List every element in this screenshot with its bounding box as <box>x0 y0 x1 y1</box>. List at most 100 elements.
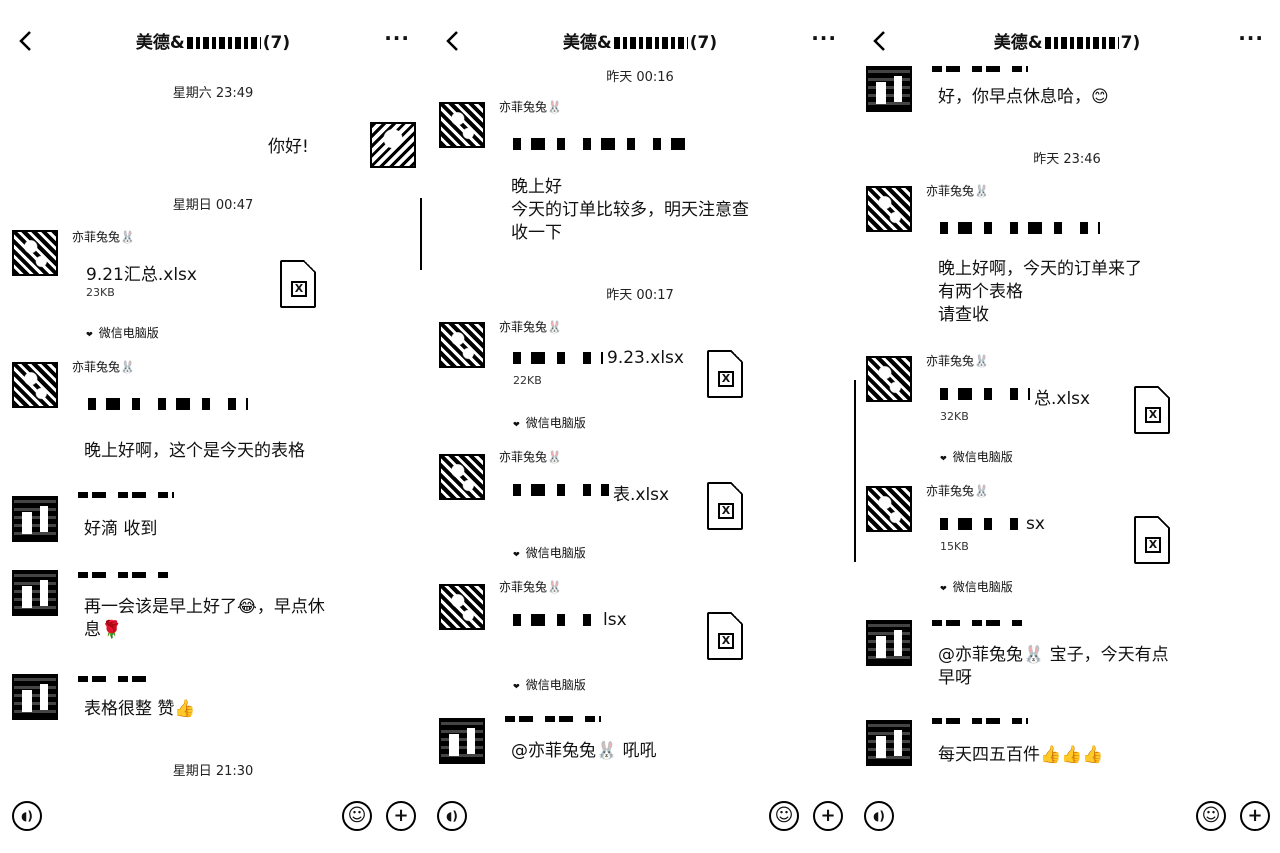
message-text[interactable]: 晚上好啊，今天的订单来了 有两个表格 请查收 <box>938 258 1142 327</box>
redacted-name <box>932 718 1028 724</box>
chat-title: 美德& (7) <box>135 33 291 53</box>
message-text[interactable]: 每天四五百件👍👍👍 <box>938 744 1104 767</box>
redacted-text <box>513 614 595 626</box>
avatar[interactable] <box>866 720 912 766</box>
file-name[interactable]: lsx <box>603 610 627 630</box>
timestamp: 星期日 21:30 <box>172 764 254 779</box>
redacted-text <box>940 388 1030 400</box>
sender-name: 亦菲兔兔🐰 <box>499 100 562 114</box>
redacted-name <box>78 492 174 498</box>
redacted-text <box>88 398 248 410</box>
sender-name: 亦菲兔兔🐰 <box>499 320 562 334</box>
chat-header: 美德& (7) ··· <box>427 22 853 62</box>
avatar[interactable] <box>439 102 485 148</box>
voice-icon[interactable]: ◖) <box>864 801 894 831</box>
excel-file-icon[interactable]: X <box>707 350 743 398</box>
input-bar: ◖) ☺ + <box>854 793 1280 853</box>
more-options-icon[interactable]: ··· <box>384 26 410 50</box>
message-text[interactable]: 表格很整 赞👍 <box>84 698 196 721</box>
message-text[interactable]: 你好! <box>268 132 309 157</box>
avatar[interactable] <box>866 66 912 112</box>
sender-name: 亦菲兔兔🐰 <box>926 354 989 368</box>
plus-icon[interactable]: + <box>386 801 416 831</box>
avatar[interactable] <box>12 570 58 616</box>
timestamp: 星期日 00:47 <box>172 198 254 213</box>
message-text[interactable]: 再一会该是早上好了😂，早点休 息🌹 <box>84 596 325 642</box>
file-size: 23KB <box>86 286 115 299</box>
redacted-text <box>513 352 603 364</box>
file-name[interactable]: 总.xlsx <box>1034 384 1090 409</box>
avatar[interactable] <box>12 230 58 276</box>
source-label: 微信电脑版 <box>940 448 1013 465</box>
sender-name: 亦菲兔兔🐰 <box>72 230 135 244</box>
source-label: 微信电脑版 <box>86 324 159 341</box>
redacted-text <box>513 484 609 496</box>
message-text[interactable]: @亦菲兔兔🐰 吼吼 <box>511 740 657 763</box>
scrollbar[interactable] <box>854 380 856 562</box>
file-name[interactable]: 表.xlsx <box>613 480 669 505</box>
avatar[interactable] <box>439 718 485 764</box>
message-text[interactable]: 晚上好啊，这个是今天的表格 <box>84 440 305 463</box>
avatar[interactable] <box>12 496 58 542</box>
avatar[interactable] <box>866 186 912 232</box>
emoji-icon[interactable]: ☺ <box>1196 801 1226 831</box>
avatar[interactable] <box>439 584 485 630</box>
timestamp: 昨天 00:16 <box>606 70 674 85</box>
emoji-icon[interactable]: ☺ <box>769 801 799 831</box>
chat-title: 美德& (7) <box>562 33 718 53</box>
voice-icon[interactable]: ◖) <box>12 801 42 831</box>
avatar[interactable] <box>439 454 485 500</box>
plus-icon[interactable]: + <box>1240 801 1270 831</box>
file-name[interactable]: 9.23.xlsx <box>607 348 684 368</box>
redacted-name <box>505 716 601 722</box>
file-size: 32KB <box>940 410 969 423</box>
source-label: 微信电脑版 <box>513 414 586 431</box>
excel-file-icon[interactable]: X <box>707 612 743 660</box>
avatar[interactable] <box>866 486 912 532</box>
timestamp: 昨天 00:17 <box>606 288 674 303</box>
avatar[interactable] <box>439 322 485 368</box>
sender-name: 亦菲兔兔🐰 <box>499 580 562 594</box>
redacted-text <box>940 518 1022 530</box>
redacted-text <box>940 222 1100 234</box>
avatar[interactable] <box>866 356 912 402</box>
plus-icon[interactable]: + <box>813 801 843 831</box>
redacted-name <box>78 676 158 682</box>
redacted-name <box>78 572 168 578</box>
excel-file-icon[interactable]: X <box>1134 516 1170 564</box>
excel-file-icon[interactable]: X <box>707 482 743 530</box>
chat-panel-2: 美德& (7) ··· 昨天 00:16 亦菲兔兔🐰 晚上好 今天的订单比较多，明天… <box>427 0 853 853</box>
file-name[interactable]: sx <box>1026 514 1045 534</box>
message-text[interactable]: @亦菲兔兔🐰 宝子，今天有点 早呀 <box>938 644 1169 690</box>
avatar[interactable] <box>12 674 58 720</box>
chat-header: 美德& 7) ··· <box>854 22 1280 62</box>
source-label: 微信电脑版 <box>940 578 1013 595</box>
redacted-name <box>932 66 1028 72</box>
excel-file-icon[interactable]: X <box>280 260 316 308</box>
scrollbar[interactable] <box>420 198 422 270</box>
sender-name: 亦菲兔兔🐰 <box>926 184 989 198</box>
sender-name: 亦菲兔兔🐰 <box>72 360 135 374</box>
chat-panel-1: 美德& (7) ··· 星期六 23:49 你好! 星期日 00:47 亦菲兔兔🐰… <box>0 0 426 853</box>
file-name[interactable]: 9.21汇总.xlsx <box>86 260 197 285</box>
file-size: 15KB <box>940 540 969 553</box>
sender-name: 亦菲兔兔🐰 <box>499 450 562 464</box>
more-options-icon[interactable]: ··· <box>1238 26 1264 50</box>
chat-header: 美德& (7) ··· <box>0 22 426 62</box>
emoji-icon[interactable]: ☺ <box>342 801 372 831</box>
timestamp: 星期六 23:49 <box>172 86 254 101</box>
more-options-icon[interactable]: ··· <box>811 26 837 50</box>
message-text[interactable]: 好滴 收到 <box>84 518 157 541</box>
input-bar: ◖) ☺ + <box>0 793 426 853</box>
redacted-name <box>932 620 1022 626</box>
timestamp: 昨天 23:46 <box>1033 152 1101 167</box>
redacted-text <box>513 138 687 150</box>
excel-file-icon[interactable]: X <box>1134 386 1170 434</box>
chat-panel-3: 美德& 7) ··· 好，你早点休息哈，😊 昨天 23:46 亦菲兔兔🐰 晚上好啊… <box>854 0 1280 853</box>
message-text[interactable]: 好，你早点休息哈，😊 <box>938 86 1109 109</box>
avatar[interactable] <box>12 362 58 408</box>
message-text[interactable]: 晚上好 今天的订单比较多，明天注意查 收一下 <box>511 176 749 245</box>
avatar[interactable] <box>866 620 912 666</box>
voice-icon[interactable]: ◖) <box>437 801 467 831</box>
avatar[interactable] <box>370 122 416 168</box>
